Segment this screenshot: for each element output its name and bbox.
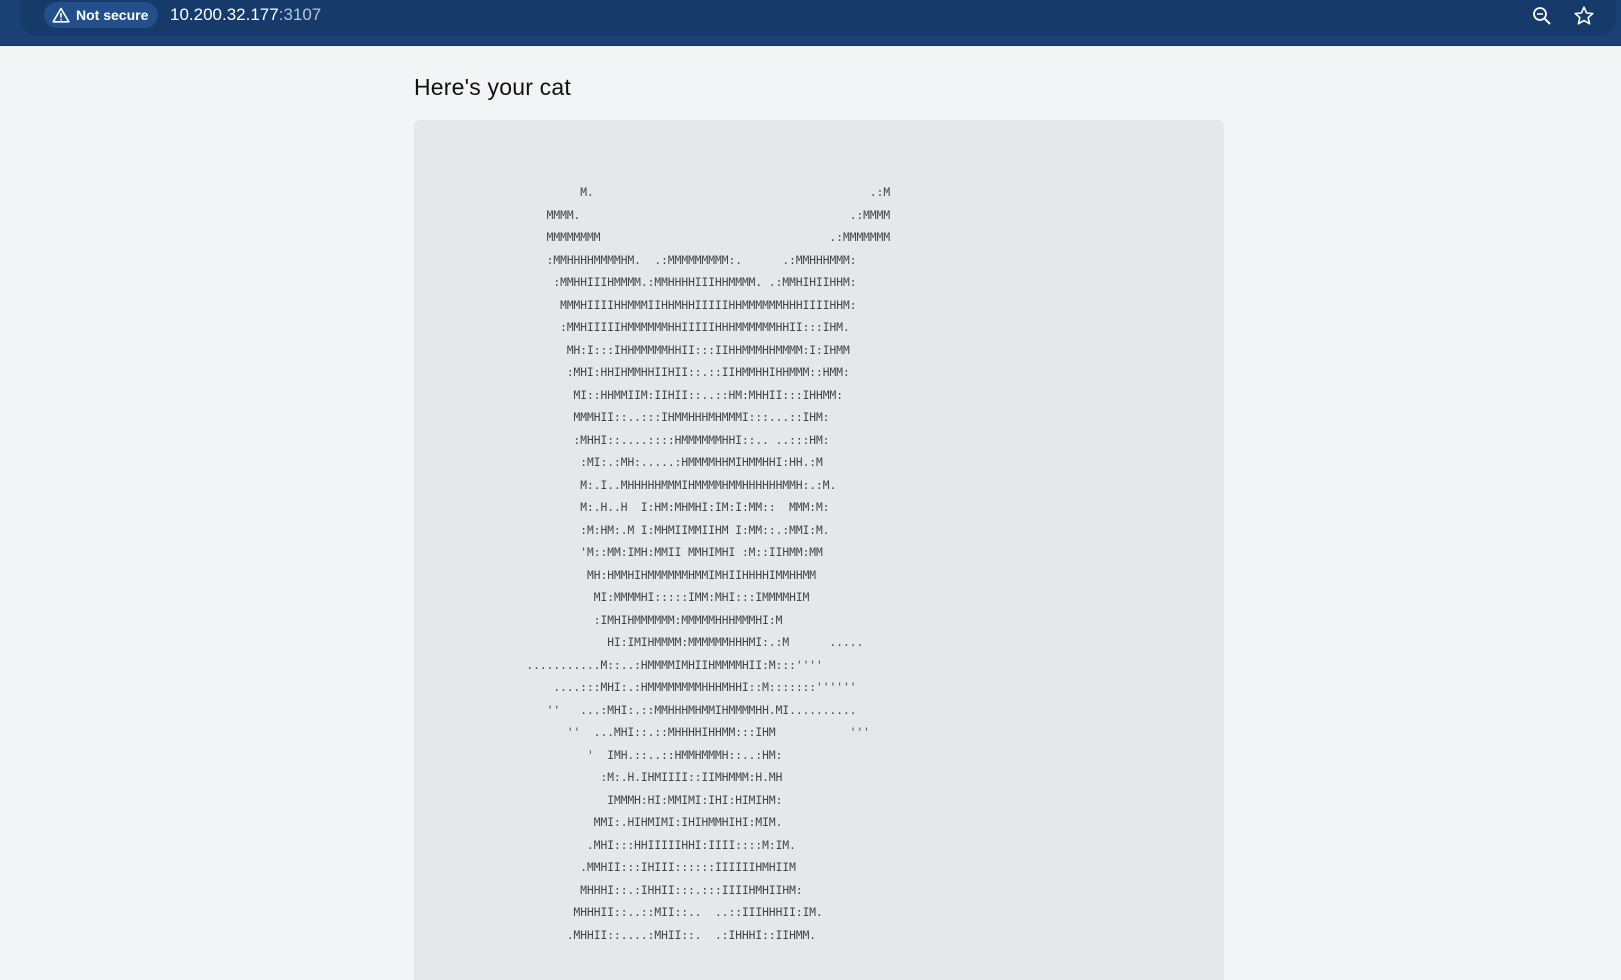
- url-host: 10.200.32.177: [170, 5, 279, 24]
- url-port: :3107: [278, 5, 322, 24]
- zoom-icon[interactable]: [1531, 5, 1553, 27]
- address-bar[interactable]: Not secure 10.200.32.177:3107: [20, 0, 1616, 36]
- page-heading: Here's your cat: [414, 74, 571, 100]
- browser-toolbar: Not secure 10.200.32.177:3107: [0, 0, 1621, 46]
- ascii-cat-art: M. .:M MMMM. .:MMMM MMMMMMMM .:MMMMMMM :…: [526, 186, 891, 942]
- ascii-art-panel: M. .:M MMMM. .:MMMM MMMMMMMM .:MMMMMMM :…: [414, 120, 1224, 980]
- security-label: Not secure: [76, 7, 149, 23]
- warning-icon: [52, 7, 70, 23]
- main-content: Here's your cat M. .:M MMMM. .:MMMM MMMM…: [414, 74, 1224, 980]
- url-text[interactable]: 10.200.32.177:3107: [170, 5, 321, 25]
- bookmark-star-icon[interactable]: [1573, 5, 1595, 27]
- security-indicator[interactable]: Not secure: [44, 2, 159, 28]
